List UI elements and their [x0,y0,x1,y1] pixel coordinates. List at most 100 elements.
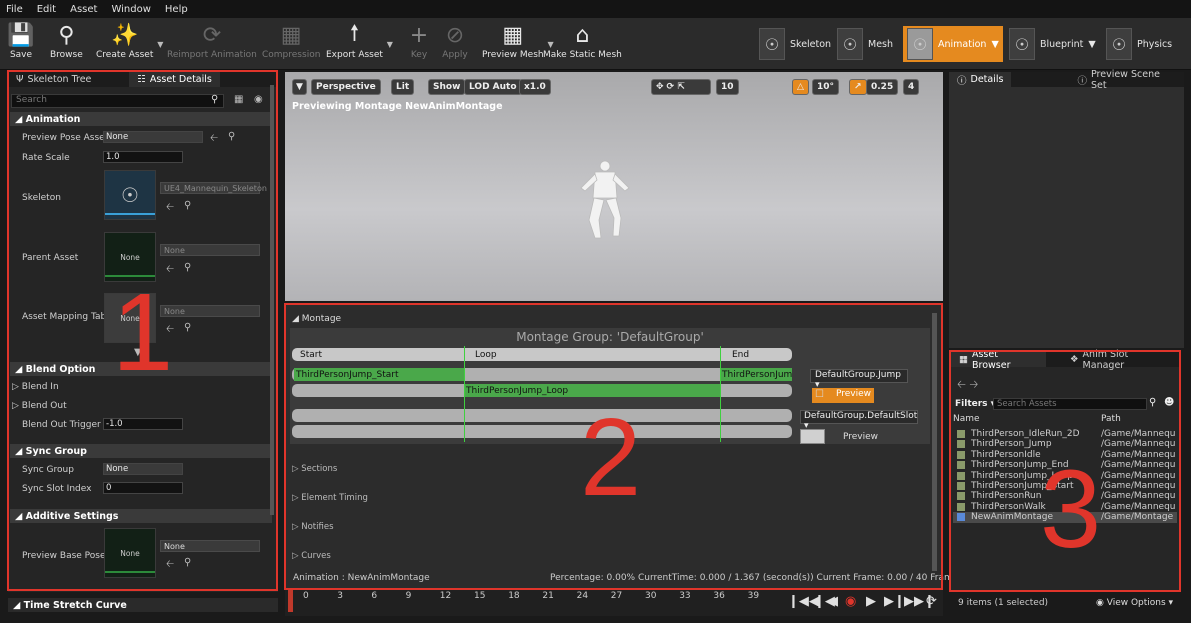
montage-header[interactable]: ◢ Montage [292,314,341,324]
skeleton-dropdown[interactable]: UE4_Mannequin_Skeleton [160,182,267,194]
view-options-button[interactable]: ◉ View Options ▾ [1096,598,1173,608]
lod-button[interactable]: LOD Auto [464,79,522,95]
sections-track[interactable] [292,348,792,361]
section-end[interactable]: End [732,350,749,360]
menu-asset[interactable]: Asset [70,4,97,15]
montage-scrollbar[interactable] [932,313,937,571]
playback-speed-button[interactable]: x1.0 [519,79,551,95]
reimport-animation-button[interactable]: ⟳ Reimport Animation [167,20,257,61]
section-loop[interactable]: Loop [475,350,497,360]
arrow-left-icon[interactable]: 🡠 [166,557,174,574]
search-icon[interactable]: ⚲ [228,131,235,142]
section-start[interactable]: Start [300,350,322,360]
search-icon[interactable]: ⚲ [184,557,191,568]
section-additive-settings[interactable]: ◢ Additive Settings [10,509,272,523]
menu-window[interactable]: Window [111,4,150,15]
compression-button[interactable]: ▦ Compression [262,20,320,61]
asset-row[interactable]: ThirdPerson_IdleRun_2D/Game/Mannequ [953,429,1177,439]
sync-slot-input[interactable]: 0 [103,482,183,494]
slot-track-4[interactable] [292,425,792,438]
menu-file[interactable]: File [6,4,23,15]
scale-snap-button[interactable]: 0.25 [866,79,899,95]
search-icon[interactable]: ⚲ [184,200,191,211]
tab-asset-browser[interactable]: ▦ Asset Browser [951,349,1047,371]
left-scrollbar[interactable] [270,85,274,515]
record-icon[interactable]: ◉ [845,594,856,609]
slot-jump-dropdown[interactable]: DefaultGroup.Jump ▾ [810,369,908,390]
key-button[interactable]: + Key [404,20,434,61]
browse-button[interactable]: ⚲ Browse [50,20,83,61]
segment-jump-start[interactable]: ThirdPersonJump_Start [294,368,464,381]
blend-in-row[interactable]: ▷ Blend In [12,382,59,392]
parent-asset-dropdown[interactable]: None [160,244,260,256]
mode-skeleton[interactable]: ☉ Skeleton [755,26,835,62]
arrow-left-icon[interactable]: 🡠 [210,131,218,148]
mode-animation[interactable]: ☉ Animation ▼ [903,26,1003,62]
mode-mesh[interactable]: ☉ Mesh [833,26,897,62]
preview-base-thumbnail[interactable]: None [104,528,156,578]
preview-default-icon[interactable] [800,429,825,444]
search-icon[interactable]: ⚲ [211,94,218,105]
blend-out-row[interactable]: ▷ Blend Out [12,401,67,411]
lit-button[interactable]: Lit [391,79,415,95]
element-timing-row[interactable]: ▷ Element Timing [292,493,368,503]
play-icon[interactable]: ▶ [866,594,876,609]
arrow-left-icon[interactable]: 🡠 [166,200,174,217]
slot-default-dropdown[interactable]: DefaultGroup.DefaultSlot ▾ [800,410,918,431]
scale-snap-toggle[interactable]: ↗ [849,79,867,95]
section-time-stretch-curve[interactable]: ◢ Time Stretch Curve [8,598,278,612]
grid-view-icon[interactable]: ▦ [234,94,243,105]
tab-anim-slot-manager[interactable]: ❖ Anim Slot Manager [1062,349,1179,371]
tab-asset-details[interactable]: ☷ Asset Details [129,72,220,87]
preview-mesh-button[interactable]: ▦ Preview Mesh ▼ [482,20,554,61]
loop-icon[interactable]: ⟳ [926,594,937,609]
asset-search-input[interactable]: Search Assets [993,398,1147,410]
menu-help[interactable]: Help [165,4,188,15]
tab-details[interactable]: ⓘ Details [949,72,1012,87]
make-static-mesh-button[interactable]: ⌂ Make Static Mesh [543,20,622,61]
slot-track-3[interactable] [292,409,792,422]
sections-row[interactable]: ▷ Sections [292,464,337,474]
preview-base-dropdown[interactable]: None [160,540,260,552]
blend-out-trigger-input[interactable]: -1.0 [103,418,183,430]
nav-arrows-icon[interactable]: 🡠 🡢 [957,376,978,395]
step-forward-icon[interactable]: ▶❙ [884,594,905,609]
camera-speed-button[interactable]: 4 [903,79,920,95]
angle-snap-button[interactable]: 10° [812,79,840,95]
filters-button[interactable]: Filters ▾ [955,399,995,409]
rate-scale-input[interactable]: 1.0 [103,151,183,163]
skeleton-thumbnail[interactable]: ☉ [104,170,156,220]
save-button[interactable]: 💾 Save [6,20,36,61]
create-asset-button[interactable]: ✨ Create Asset ▼ [96,20,163,61]
notifies-row[interactable]: ▷ Notifies [292,522,334,532]
apply-button[interactable]: ⊘ Apply [440,20,470,61]
column-path[interactable]: Path [1101,414,1121,424]
column-name[interactable]: Name [953,414,980,424]
preview-pose-dropdown[interactable]: None [103,131,203,143]
tab-skeleton-tree[interactable]: Ψ Skeleton Tree [8,72,99,87]
eye-icon[interactable]: ◉ [254,94,263,105]
perspective-button[interactable]: Perspective [311,79,381,95]
section-sync-group[interactable]: ◢ Sync Group [10,444,272,458]
segment-jump-end[interactable]: ThirdPersonJump_End [720,368,792,381]
angle-snap-toggle[interactable]: △ [792,79,809,95]
viewport-options-button[interactable]: ▼ [292,79,307,95]
playhead[interactable] [288,590,293,612]
search-icon[interactable]: ⚲ [1149,397,1156,408]
preview-default-label[interactable]: Preview [843,432,878,442]
asset-mapping-dropdown[interactable]: None [160,305,260,317]
menu-edit[interactable]: Edit [37,4,56,15]
transform-tools[interactable]: ✥ ⟳ ⇱ [651,79,711,95]
mode-physics[interactable]: ☉ Physics [1102,26,1176,62]
tab-preview-scene[interactable]: ⓘ Preview Scene Set [1069,69,1184,91]
sync-group-input[interactable]: None [103,463,183,475]
grid-snap-button[interactable]: 10 [716,79,739,95]
user-icon[interactable]: ☻ [1164,397,1174,408]
mode-blueprint[interactable]: ☉ Blueprint ▼ [1005,26,1100,62]
search-icon[interactable]: ⚲ [184,262,191,273]
curves-row[interactable]: ▷ Curves [292,551,331,561]
search-icon[interactable]: ⚲ [184,322,191,333]
show-button[interactable]: Show [428,79,466,95]
export-asset-button[interactable]: 🠕 Export Asset ▼ [326,20,393,60]
section-animation[interactable]: ◢ Animation [10,112,272,126]
